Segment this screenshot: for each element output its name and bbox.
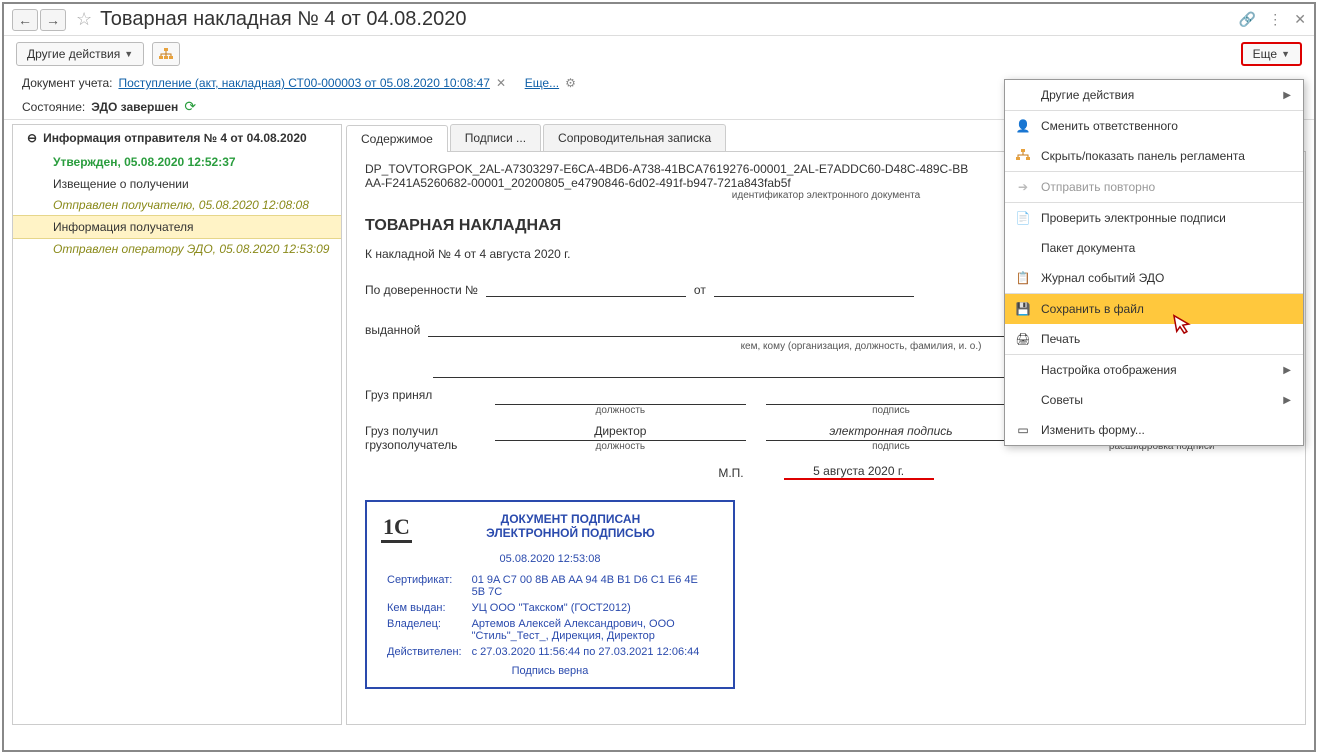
tree-item-receiver-info[interactable]: Информация получателя bbox=[13, 215, 341, 239]
hierarchy-icon bbox=[159, 48, 173, 60]
tree-approved: Утвержден, 05.08.2020 12:52:37 bbox=[53, 151, 341, 173]
log-icon: 📋 bbox=[1015, 271, 1031, 285]
menu-other-actions[interactable]: Другие действия ▶ bbox=[1005, 80, 1303, 110]
menu-event-log[interactable]: 📋 Журнал событий ЭДО bbox=[1005, 263, 1303, 293]
from-label: от bbox=[694, 283, 706, 297]
hierarchy-toggle-button[interactable] bbox=[152, 42, 180, 66]
menu-save-to-file[interactable]: 💾 Сохранить в файл bbox=[1005, 293, 1303, 324]
tree-item-receipt-status: Отправлен получателю, 05.08.2020 12:08:0… bbox=[53, 195, 341, 215]
poa-label: По доверенности № bbox=[365, 283, 478, 297]
other-actions-button[interactable]: Другие действия ▼ bbox=[16, 42, 144, 66]
tab-cover-note[interactable]: Сопроводительная записка bbox=[543, 124, 726, 151]
menu-change-responsible[interactable]: 👤 Сменить ответственного bbox=[1005, 110, 1303, 141]
menu-resend: ➔ Отправить повторно bbox=[1005, 171, 1303, 202]
menu-toggle-panel[interactable]: Скрыть/показать панель регламента bbox=[1005, 141, 1303, 171]
print-icon: 🖨 bbox=[1015, 332, 1031, 346]
signature-value: электронная подпись bbox=[766, 424, 1017, 441]
stamp-cert-value: 01 9A C7 00 8B AB AA 94 4B B1 D6 C1 E6 4… bbox=[468, 573, 717, 599]
gear-icon[interactable]: ⚙ bbox=[565, 76, 576, 90]
button-label: Другие действия bbox=[27, 47, 120, 61]
save-icon: 💾 bbox=[1015, 302, 1031, 316]
form-icon: ▭ bbox=[1015, 423, 1031, 437]
button-label: Еще bbox=[1253, 47, 1277, 61]
stamp-owner-value: Артемов Алексей Александрович, ООО "Стил… bbox=[468, 617, 717, 643]
stamp-title2: ЭЛЕКТРОННОЙ ПОДПИСЬЮ bbox=[381, 526, 719, 540]
tab-content[interactable]: Содержимое bbox=[346, 125, 448, 152]
menu-doc-package[interactable]: Пакет документа bbox=[1005, 233, 1303, 263]
stamp-issuer-value: УЦ ООО "Такском" (ГОСТ2012) bbox=[468, 601, 717, 615]
stamp-footer: Подпись верна bbox=[381, 665, 719, 677]
favorite-star-icon[interactable]: ☆ bbox=[76, 9, 92, 30]
menu-display-settings[interactable]: Настройка отображения ▶ bbox=[1005, 354, 1303, 385]
position-value: Директор bbox=[495, 424, 746, 441]
stamp-cert-label: Сертификат: bbox=[383, 573, 466, 599]
close-icon[interactable]: ✕ bbox=[1294, 11, 1306, 28]
col-sign: подпись bbox=[766, 405, 1017, 416]
col-position: должность bbox=[495, 405, 746, 416]
person-swap-icon: 👤 bbox=[1015, 119, 1031, 133]
clear-doc-icon[interactable]: ✕ bbox=[496, 76, 506, 90]
doc-date: 5 августа 2020 г. bbox=[784, 464, 934, 480]
kebab-menu-icon[interactable]: ⋮ bbox=[1268, 11, 1282, 28]
submenu-arrow-icon: ▶ bbox=[1283, 395, 1291, 406]
certificate-icon: 📄 bbox=[1015, 211, 1031, 225]
page-title: Товарная накладная № 4 от 04.08.2020 bbox=[100, 8, 1239, 31]
stamp-issuer-label: Кем выдан: bbox=[383, 601, 466, 615]
arrow-right-icon: ➔ bbox=[1015, 180, 1031, 194]
stamp-owner-label: Владелец: bbox=[383, 617, 466, 643]
cargo-accept-label: Груз принял bbox=[365, 388, 475, 402]
hierarchy-icon bbox=[1015, 149, 1031, 164]
chevron-down-icon: ▼ bbox=[1281, 49, 1290, 59]
state-label: Состояние: bbox=[22, 100, 85, 114]
submenu-arrow-icon: ▶ bbox=[1283, 90, 1291, 101]
stamp-logo-icon: 1С bbox=[381, 514, 412, 543]
tree-item-receipt[interactable]: Извещение о получении bbox=[53, 173, 341, 195]
mp-label: М.П. bbox=[718, 466, 743, 480]
menu-print[interactable]: 🖨 Печать bbox=[1005, 324, 1303, 354]
signature-stamp: 1С ДОКУМЕНТ ПОДПИСАН ЭЛЕКТРОННОЙ ПОДПИСЬ… bbox=[365, 500, 735, 689]
stamp-date: 05.08.2020 12:53:08 bbox=[381, 553, 719, 565]
more-dropdown-menu: Другие действия ▶ 👤 Сменить ответственно… bbox=[1004, 79, 1304, 446]
tree-root[interactable]: ⊖ Информация отправителя № 4 от 04.08.20… bbox=[13, 125, 341, 151]
poa-number-field bbox=[486, 281, 686, 297]
collapse-icon: ⊖ bbox=[27, 131, 37, 145]
more-button[interactable]: Еще ▼ bbox=[1241, 42, 1302, 66]
tree-root-label: Информация отправителя № 4 от 04.08.2020 bbox=[43, 131, 307, 145]
refresh-icon[interactable]: ⟳ bbox=[184, 98, 196, 115]
menu-change-form[interactable]: ▭ Изменить форму... bbox=[1005, 415, 1303, 445]
left-tree-panel: ⊖ Информация отправителя № 4 от 04.08.20… bbox=[12, 124, 342, 725]
tree-item-receiver-status: Отправлен оператору ЭДО, 05.08.2020 12:5… bbox=[53, 239, 341, 259]
link-icon[interactable]: 🔗 bbox=[1239, 11, 1256, 28]
poa-date-field bbox=[714, 281, 914, 297]
stamp-valid-value: с 27.03.2020 11:56:44 по 27.03.2021 12:0… bbox=[468, 645, 717, 659]
cargo-receive-label: Груз получил грузополучатель bbox=[365, 424, 475, 452]
nav-forward-button[interactable]: → bbox=[40, 9, 66, 31]
state-value: ЭДО завершен bbox=[91, 100, 178, 114]
submenu-arrow-icon: ▶ bbox=[1283, 365, 1291, 376]
chevron-down-icon: ▼ bbox=[124, 49, 133, 59]
tab-signatures[interactable]: Подписи ... bbox=[450, 124, 541, 151]
nav-back-button[interactable]: ← bbox=[12, 9, 38, 31]
menu-tips[interactable]: Советы ▶ bbox=[1005, 385, 1303, 415]
stamp-title1: ДОКУМЕНТ ПОДПИСАН bbox=[381, 512, 719, 526]
doc-label: Документ учета: bbox=[22, 76, 112, 90]
issued-label: выданной bbox=[365, 323, 420, 337]
stamp-valid-label: Действителен: bbox=[383, 645, 466, 659]
more-link[interactable]: Еще... bbox=[525, 76, 559, 90]
menu-verify-signatures[interactable]: 📄 Проверить электронные подписи bbox=[1005, 202, 1303, 233]
doc-link[interactable]: Поступление (акт, накладная) СТ00-000003… bbox=[118, 76, 489, 90]
